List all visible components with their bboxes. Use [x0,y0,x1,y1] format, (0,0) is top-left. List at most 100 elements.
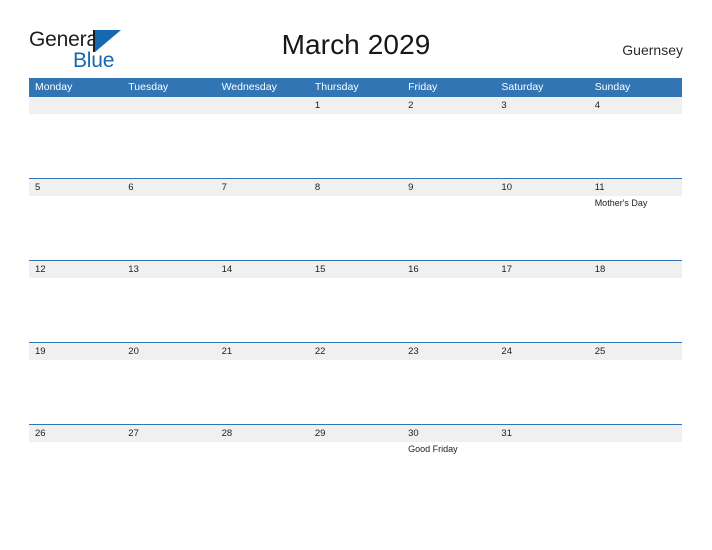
event-cell[interactable] [122,360,215,424]
event-cell[interactable] [589,278,682,342]
event-cell[interactable] [495,114,588,178]
day-cell[interactable] [122,97,215,114]
day-number: 7 [221,182,227,193]
day-number: 3 [501,100,507,111]
week-date-band: 12 13 14 15 16 17 18 [29,261,682,278]
event-cell[interactable] [216,278,309,342]
event-cell[interactable] [29,196,122,260]
day-cell[interactable]: 15 [309,261,402,278]
event-cell[interactable] [402,114,495,178]
day-cell[interactable]: 11 [589,179,682,196]
day-number: 18 [594,264,606,275]
day-number: 8 [314,182,321,193]
week-date-band: 19 20 21 22 23 24 25 [29,343,682,360]
day-number: 29 [314,428,326,439]
day-cell[interactable]: 18 [589,261,682,278]
event-cell[interactable] [122,442,215,506]
day-cell[interactable]: 17 [495,261,588,278]
day-cell[interactable]: 8 [309,179,402,196]
event-cell[interactable] [309,442,402,506]
week-row: 1 2 3 4 [29,97,682,178]
day-cell[interactable]: 31 [495,425,588,442]
event-cell[interactable] [589,442,682,506]
event-cell[interactable] [29,360,122,424]
event-cell[interactable] [122,114,215,178]
day-cell[interactable]: 22 [309,343,402,360]
day-cell[interactable]: 7 [216,179,309,196]
event-cell[interactable] [29,442,122,506]
week-row: 26 27 28 29 30 31 Good Friday [29,424,682,506]
event-cell[interactable] [216,360,309,424]
day-number: 19 [35,346,46,357]
event-cell[interactable] [29,278,122,342]
day-cell[interactable]: 5 [29,179,122,196]
day-number: 25 [594,346,606,357]
week-row: 12 13 14 15 16 17 18 [29,260,682,342]
day-number: 24 [501,346,512,357]
event-cell[interactable] [216,114,309,178]
week-events-band [29,278,682,342]
day-cell[interactable]: 20 [122,343,215,360]
day-number: 21 [221,346,233,357]
day-cell[interactable] [216,97,309,114]
event-cell[interactable] [402,196,495,260]
week-events-band [29,360,682,424]
day-cell[interactable] [589,425,682,442]
day-cell[interactable]: 6 [122,179,215,196]
day-cell[interactable]: 28 [216,425,309,442]
day-cell[interactable]: 21 [216,343,309,360]
day-cell[interactable]: 2 [402,97,495,114]
event-cell-good-friday[interactable]: Good Friday [402,442,495,506]
event-cell[interactable] [495,442,588,506]
day-cell[interactable]: 26 [29,425,122,442]
day-number: 6 [128,182,134,193]
event-cell[interactable] [309,278,402,342]
day-cell[interactable]: 30 [402,425,495,442]
day-cell[interactable]: 16 [402,261,495,278]
day-cell[interactable]: 25 [589,343,682,360]
event-cell[interactable] [495,196,588,260]
day-cell[interactable]: 13 [122,261,215,278]
event-cell[interactable] [216,196,309,260]
day-number: 22 [314,346,326,357]
event-cell[interactable] [495,360,588,424]
event-cell[interactable] [495,278,588,342]
day-cell[interactable]: 19 [29,343,122,360]
day-number: 23 [408,346,419,357]
event-cell[interactable] [122,196,215,260]
event-cell[interactable] [216,442,309,506]
event-cell[interactable] [589,114,682,178]
weekday-tuesday: Tuesday [128,81,169,93]
day-number: 2 [408,100,414,111]
day-number: 11 [594,182,605,193]
day-cell[interactable]: 23 [402,343,495,360]
weekday-wednesday: Wednesday [221,81,277,93]
week-date-band: 26 27 28 29 30 31 [29,425,682,442]
event-cell[interactable] [589,360,682,424]
day-cell[interactable]: 1 [309,97,402,114]
weekday-thursday: Thursday [314,81,359,93]
day-cell[interactable]: 3 [495,97,588,114]
weekday-header-row: Monday Tuesday Wednesday Thursday Friday… [29,78,682,97]
day-number: 31 [501,428,512,439]
event-cell[interactable] [122,278,215,342]
day-cell[interactable]: 9 [402,179,495,196]
day-cell[interactable]: 12 [29,261,122,278]
day-cell[interactable]: 14 [216,261,309,278]
event-cell[interactable] [309,196,402,260]
event-cell[interactable] [402,278,495,342]
day-cell[interactable] [29,97,122,114]
day-number: 20 [128,346,139,357]
event-cell[interactable] [309,114,402,178]
day-cell[interactable]: 24 [495,343,588,360]
day-cell[interactable]: 29 [309,425,402,442]
event-cell-mothers-day[interactable]: Mother's Day [589,196,682,260]
day-cell[interactable]: 4 [589,97,682,114]
day-number: 4 [594,100,600,111]
week-events-band: Good Friday [29,442,682,506]
event-cell[interactable] [309,360,402,424]
event-cell[interactable] [29,114,122,178]
event-cell[interactable] [402,360,495,424]
day-cell[interactable]: 10 [495,179,588,196]
day-cell[interactable]: 27 [122,425,215,442]
